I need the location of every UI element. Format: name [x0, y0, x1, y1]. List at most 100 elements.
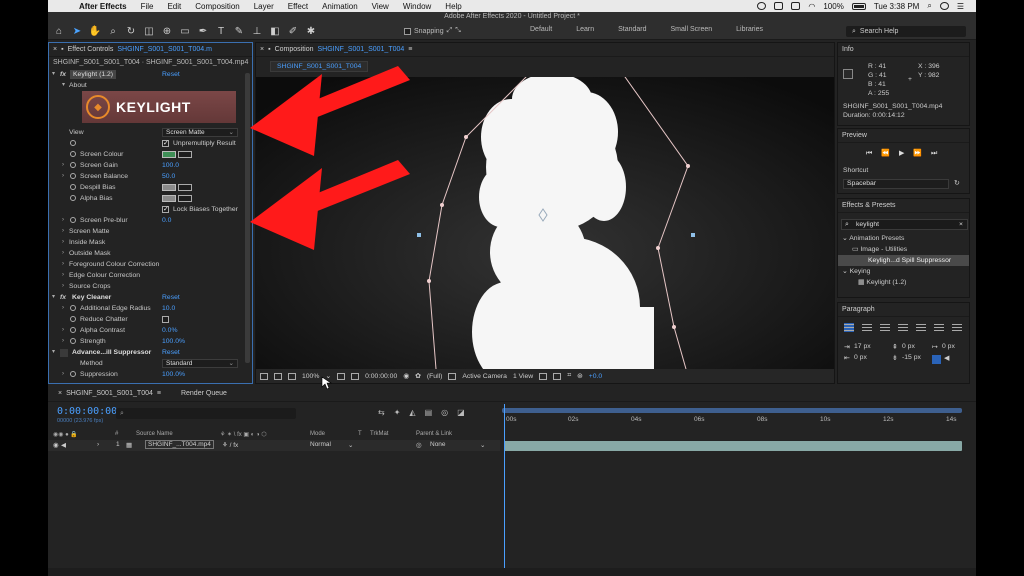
rotate-tool-icon[interactable]: ↻: [124, 24, 138, 38]
direction-ltr-icon[interactable]: [932, 355, 941, 364]
expand-arrow-icon[interactable]: ›: [62, 325, 64, 336]
region-of-interest-icon[interactable]: [351, 372, 360, 380]
comp-mini-flowchart-icon[interactable]: ⇆: [378, 408, 385, 417]
menu-composition[interactable]: Composition: [188, 2, 246, 11]
visibility-icon[interactable]: ◉: [53, 441, 59, 449]
creative-cloud-icon[interactable]: [774, 2, 784, 10]
menu-app-name[interactable]: After Effects: [72, 2, 134, 11]
justify-right-icon[interactable]: [934, 323, 944, 332]
stopwatch-icon[interactable]: [70, 162, 76, 168]
screen-gain-value[interactable]: 100.0: [162, 160, 179, 171]
toggle-pixel-aspect-icon[interactable]: [539, 372, 548, 380]
selection-tool-icon[interactable]: ➤: [70, 24, 84, 38]
composition-name[interactable]: SHGINF_S001_S001_T004: [318, 46, 405, 53]
chevron-down-icon[interactable]: ⌄: [348, 441, 353, 449]
fx-icon[interactable]: [60, 349, 68, 357]
workspace-standard[interactable]: Standard: [606, 26, 658, 33]
additional-edge-radius-value[interactable]: 10.0: [162, 303, 175, 314]
stopwatch-icon[interactable]: [70, 316, 76, 322]
previous-frame-icon[interactable]: ⏪: [881, 149, 890, 157]
key-cleaner-effect-row[interactable]: ▾ fx Key Cleaner Reset: [49, 292, 252, 303]
effect-controls-scrollbar[interactable]: [245, 73, 250, 363]
reduce-chatter-checkbox[interactable]: [162, 316, 169, 323]
column-parent[interactable]: Parent & Link: [416, 431, 452, 437]
screen-preblur-value[interactable]: 0.0: [162, 215, 171, 226]
timeline-timecode[interactable]: 0:00:00:00: [57, 406, 117, 417]
direction-rtl-icon[interactable]: ◀: [944, 354, 949, 362]
wifi-icon[interactable]: ◠: [808, 2, 815, 11]
close-icon[interactable]: ×: [53, 46, 57, 53]
puppet-tool-icon[interactable]: ✱: [304, 24, 318, 38]
shortcut-dropdown[interactable]: Spacebar: [843, 179, 949, 189]
layer-parent-dropdown[interactable]: None: [430, 441, 446, 448]
collapse-arrow-icon[interactable]: ▾: [52, 69, 55, 80]
record-icon[interactable]: [757, 2, 767, 10]
first-frame-icon[interactable]: ⏮: [866, 150, 872, 158]
rectangle-tool-icon[interactable]: ▭: [178, 24, 192, 38]
clock[interactable]: Tue 3:38 PM: [874, 2, 920, 11]
expand-arrow-icon[interactable]: ›: [62, 237, 64, 248]
shy-layers-icon[interactable]: ◭: [409, 408, 415, 417]
menu-edit[interactable]: Edit: [160, 2, 188, 11]
type-tool-icon[interactable]: T: [214, 24, 228, 38]
about-row[interactable]: ▾ About: [49, 80, 252, 91]
column-trkmat[interactable]: TrkMat: [370, 431, 388, 437]
collapse-arrow-icon[interactable]: ▾: [52, 347, 55, 358]
justify-left-icon[interactable]: [898, 323, 908, 332]
tree-keylight-spill-suppressor[interactable]: Keyligh...d Spill Suppressor: [838, 255, 969, 266]
key-cleaner-name[interactable]: Key Cleaner: [72, 292, 111, 303]
composition-viewer-tab[interactable]: SHGINF_S001_S001_T004: [270, 61, 369, 72]
display-icon[interactable]: [791, 2, 801, 10]
chevron-down-icon[interactable]: ⌄: [325, 372, 331, 380]
work-area-bar[interactable]: [502, 408, 962, 413]
time-ruler[interactable]: 00s 02s 04s 06s 08s 10s 12s 14s: [500, 404, 976, 440]
group-source-crops[interactable]: › Source Crops: [49, 281, 252, 292]
battery-icon[interactable]: [851, 2, 866, 10]
collapse-arrow-icon[interactable]: ▾: [62, 80, 65, 91]
clear-search-icon[interactable]: ×: [959, 220, 963, 229]
tree-keylight[interactable]: ▦ Keylight (1.2): [838, 277, 969, 288]
expand-arrow-icon[interactable]: ›: [97, 441, 99, 448]
layer-mode-dropdown[interactable]: Normal: [310, 441, 331, 448]
reset-exposure-icon[interactable]: ⊛: [577, 372, 583, 380]
play-icon[interactable]: ▶: [899, 149, 904, 157]
hand-tool-icon[interactable]: ✋: [88, 24, 102, 38]
exposure-value[interactable]: +0.0: [589, 373, 602, 380]
menu-help[interactable]: Help: [438, 2, 468, 11]
expand-arrow-icon[interactable]: ›: [62, 281, 64, 292]
search-icon[interactable]: ⌕: [927, 1, 931, 11]
stopwatch-icon[interactable]: [70, 217, 76, 223]
preview-header[interactable]: Preview: [838, 129, 969, 143]
eyedropper-icon[interactable]: [178, 151, 192, 158]
brush-tool-icon[interactable]: ✎: [232, 24, 246, 38]
alpha-contrast-value[interactable]: 0.0%: [162, 325, 178, 336]
tree-image-utilities[interactable]: ▭ Image - Utilities: [838, 244, 969, 255]
menu-effect[interactable]: Effect: [281, 2, 315, 11]
effect-controls-layer[interactable]: SHGINF_S001_S001_T004.m: [117, 46, 212, 53]
timeline-comp-tab[interactable]: × SHGINF_S001_S001_T004 ≡: [48, 390, 171, 397]
layer-name[interactable]: SHGINF_...T004.mp4: [145, 440, 214, 449]
fx-icon[interactable]: fx: [60, 69, 66, 80]
stopwatch-icon[interactable]: [70, 195, 76, 201]
align-right-icon[interactable]: [880, 323, 890, 332]
workspace-libraries[interactable]: Libraries: [724, 26, 775, 33]
effects-search-input[interactable]: ⌕ keylight ×: [841, 219, 968, 230]
chevron-down-icon[interactable]: ⌄: [480, 441, 485, 449]
effects-presets-header[interactable]: Effects & Presets: [838, 199, 969, 213]
snapping-toggle[interactable]: Snapping ⤢ ⤡: [404, 27, 461, 35]
camera-tool-icon[interactable]: ◫: [142, 24, 156, 38]
expand-arrow-icon[interactable]: ›: [62, 270, 64, 281]
menu-window[interactable]: Window: [396, 2, 438, 11]
stopwatch-icon[interactable]: [70, 173, 76, 179]
group-inside-mask[interactable]: › Inside Mask: [49, 237, 252, 248]
workspace-small-screen[interactable]: Small Screen: [659, 26, 725, 33]
expand-arrow-icon[interactable]: ›: [62, 226, 64, 237]
camera-icon[interactable]: ◉: [403, 372, 409, 380]
view-dropdown[interactable]: Screen Matte ⌄: [162, 128, 238, 137]
key-cleaner-reset-link[interactable]: Reset: [162, 292, 180, 303]
search-help-field[interactable]: ⌕ Search Help: [846, 26, 966, 37]
column-mode[interactable]: Mode: [310, 431, 325, 437]
first-line-value[interactable]: 0 px: [942, 343, 955, 350]
snap-options-icon[interactable]: ⤢: [447, 27, 453, 35]
eyedropper-icon[interactable]: [178, 184, 192, 191]
